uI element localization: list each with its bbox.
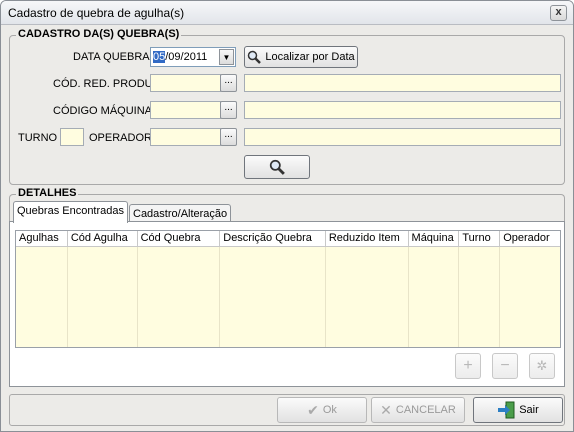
date-label: DATA QUEBRA: [73, 51, 150, 63]
column-header-maquina[interactable]: Máquina: [409, 231, 460, 246]
operator-name-field[interactable]: [244, 128, 561, 146]
column-header-cod-agulha[interactable]: Cód Agulha: [68, 231, 138, 246]
column-header-operador[interactable]: Operador: [500, 231, 560, 246]
gear-icon[interactable]: ✲: [529, 353, 555, 379]
add-icon[interactable]: +: [455, 353, 481, 379]
breaks-table[interactable]: Agulhas Cód Agulha Cód Quebra Descrição …: [15, 230, 561, 348]
date-value[interactable]: 05/09/2011: [153, 51, 207, 63]
product-code-input[interactable]: [150, 74, 221, 92]
product-description-field[interactable]: [244, 74, 561, 92]
machine-label: CÓDIGO MÁQUINA: [53, 105, 153, 117]
cancel-button[interactable]: ✕ CANCELAR: [371, 397, 465, 423]
tab-panel: Agulhas Cód Agulha Cód Quebra Descrição …: [9, 221, 565, 387]
date-picker[interactable]: 05/09/2011 ▼: [150, 47, 236, 67]
machine-lookup-button[interactable]: ...: [220, 101, 237, 119]
exit-label: Sair: [519, 404, 539, 416]
close-icon: ✕: [380, 401, 392, 418]
ok-label: Ok: [322, 404, 337, 416]
search-icon: [248, 50, 262, 64]
operator-code-input[interactable]: [150, 128, 221, 146]
title-bar: Cadastro de quebra de agulha(s) x: [1, 1, 573, 25]
main-window: Cadastro de quebra de agulha(s) x CADAST…: [0, 0, 574, 432]
details-group-title: DETALHES: [16, 187, 79, 199]
date-day: 05: [153, 51, 166, 63]
window-title: Cadastro de quebra de agulha(s): [8, 6, 185, 20]
locate-by-date-button[interactable]: Localizar por Data: [244, 46, 358, 68]
column-header-reduzido-item[interactable]: Reduzido Item: [326, 231, 409, 246]
exit-door-icon: [498, 401, 515, 419]
operator-lookup-button[interactable]: ...: [220, 128, 237, 146]
close-button[interactable]: x: [550, 5, 567, 21]
machine-code-input[interactable]: [150, 101, 221, 119]
cancel-label: CANCELAR: [395, 404, 456, 416]
search-icon: [269, 159, 285, 175]
column-header-turno[interactable]: Turno: [459, 231, 501, 246]
search-button[interactable]: [244, 155, 310, 179]
column-header-cod-quebra[interactable]: Cód Quebra: [138, 231, 221, 246]
table-header: Agulhas Cód Agulha Cód Quebra Descrição …: [16, 231, 560, 247]
column-header-descricao-quebra[interactable]: Descrição Quebra: [220, 231, 326, 246]
date-rest: /09/2011: [165, 51, 208, 63]
product-lookup-button[interactable]: ...: [220, 74, 237, 92]
machine-description-field[interactable]: [244, 101, 561, 119]
exit-button[interactable]: Sair: [473, 397, 563, 423]
check-icon: ✔: [307, 401, 319, 418]
table-body[interactable]: [16, 247, 560, 347]
remove-icon[interactable]: −: [492, 353, 518, 379]
shift-label: TURNO: [18, 132, 58, 144]
ok-button[interactable]: ✔ Ok: [277, 397, 367, 423]
tab-quebras-encontradas[interactable]: Quebras Encontradas: [13, 201, 129, 223]
search-group-title: CADASTRO DA(S) QUEBRA(S): [16, 28, 182, 40]
chevron-down-icon[interactable]: ▼: [219, 49, 234, 65]
shift-input[interactable]: [60, 128, 84, 146]
column-header-agulhas[interactable]: Agulhas: [16, 231, 68, 246]
operator-label: OPERADOR: [89, 132, 152, 144]
locate-by-date-label: Localizar por Data: [265, 51, 355, 63]
